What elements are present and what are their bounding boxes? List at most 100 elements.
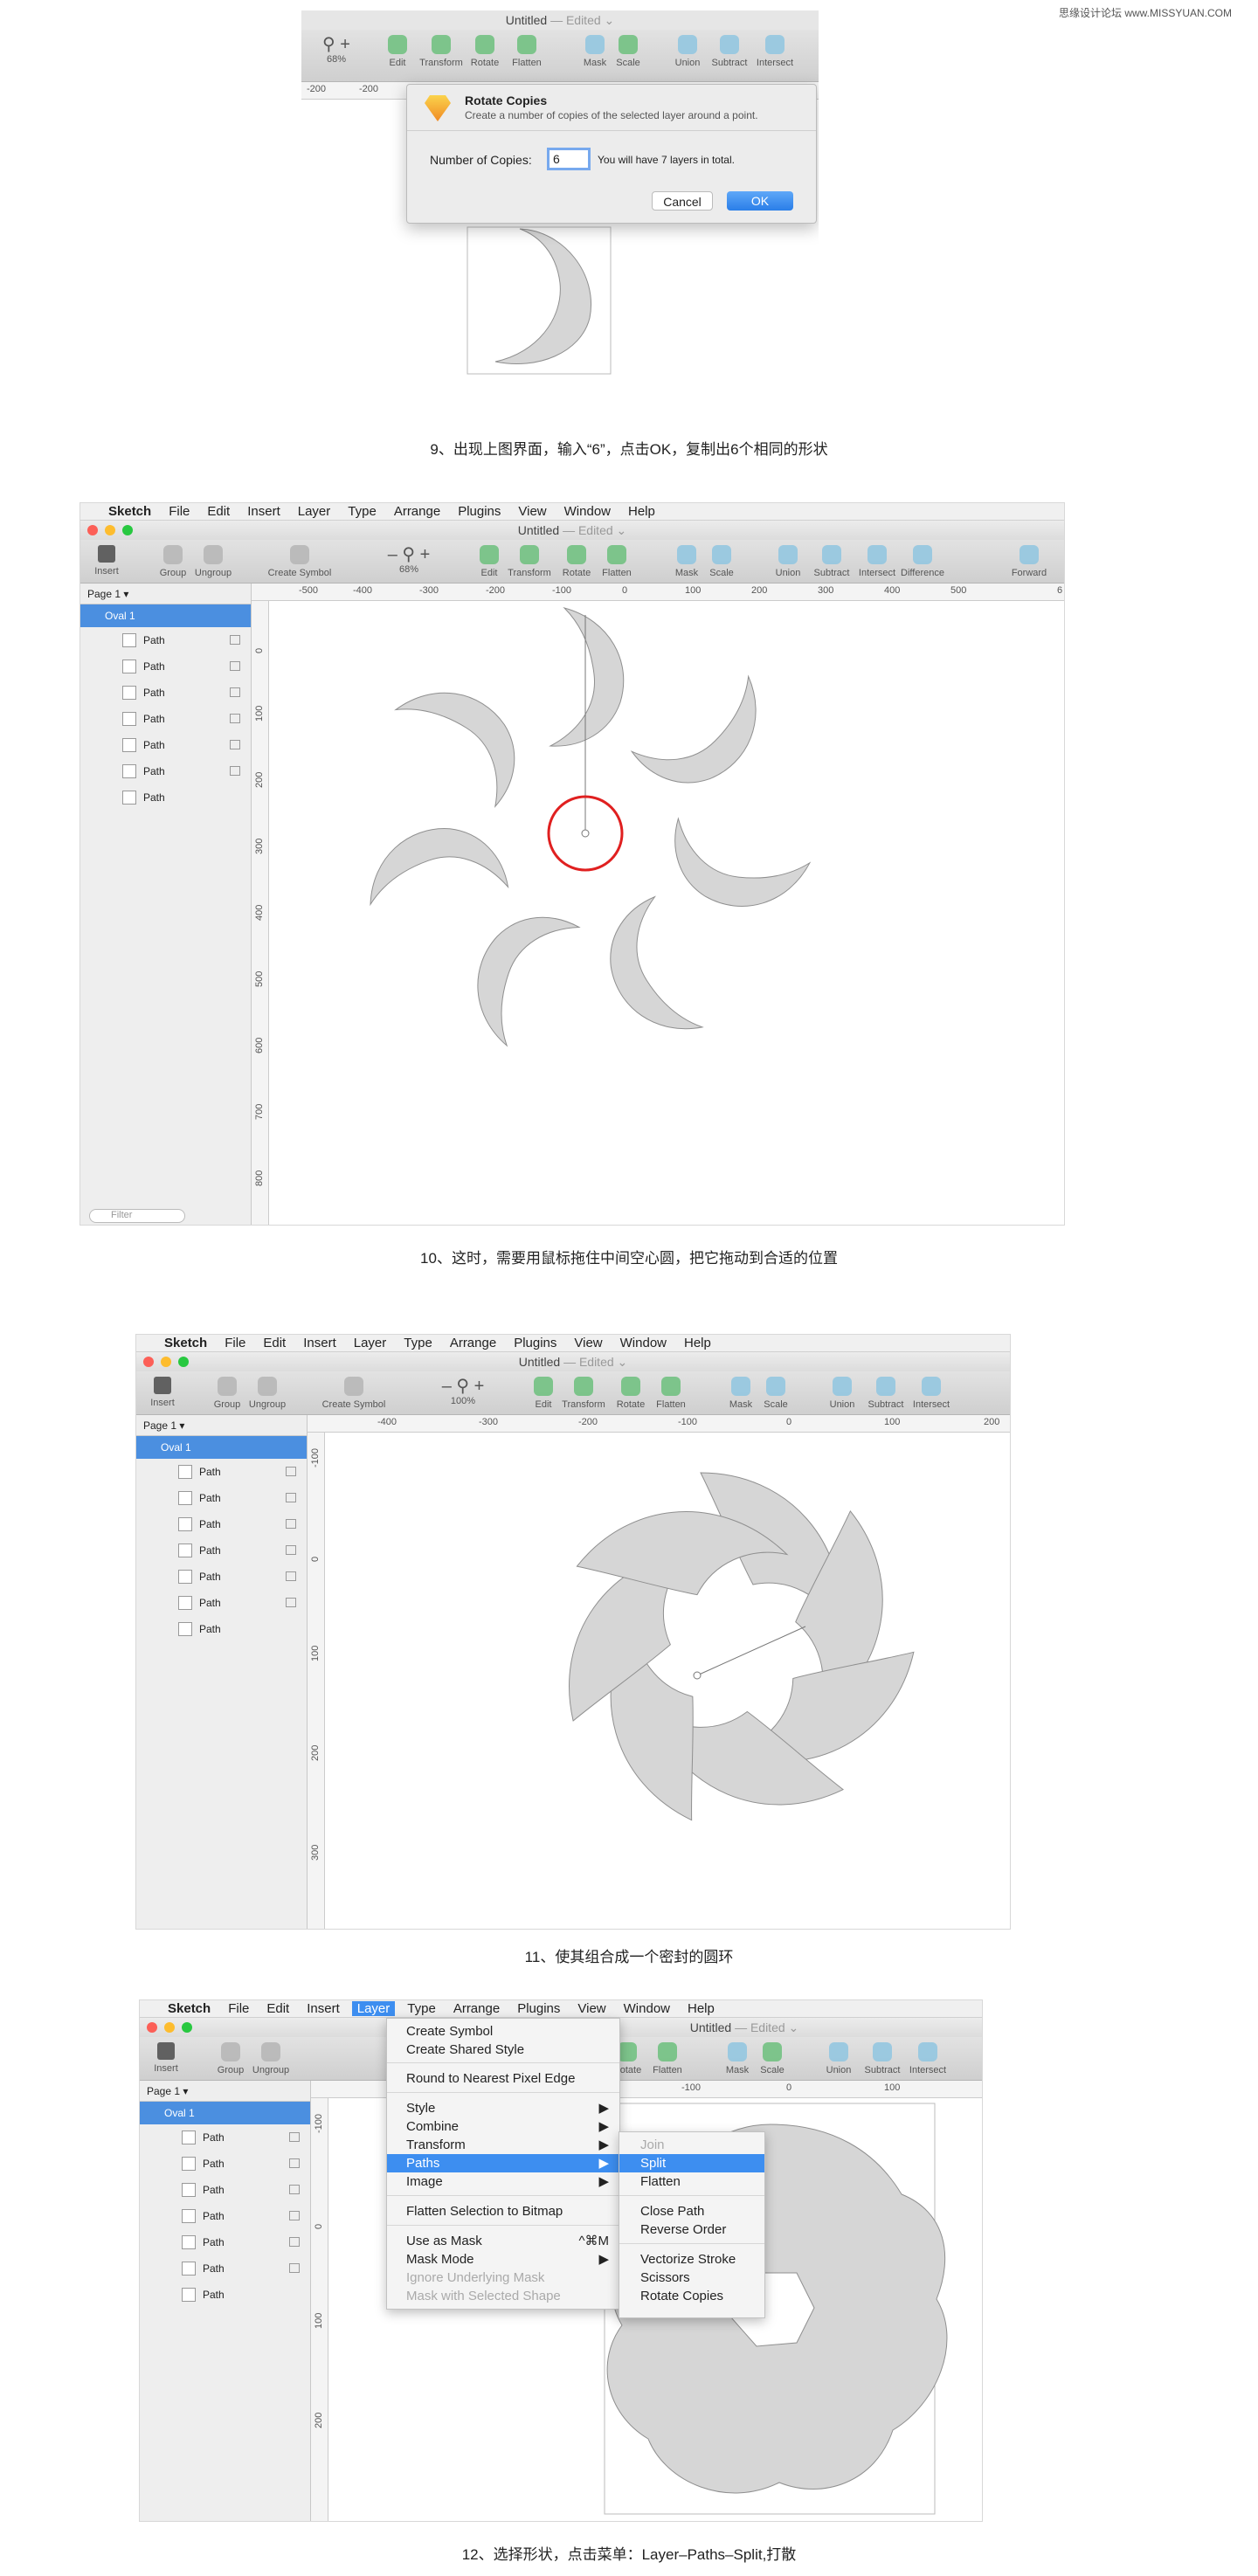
menu-file[interactable]: File bbox=[228, 2001, 249, 2016]
crescent-path[interactable] bbox=[356, 815, 509, 919]
menu-plugins[interactable]: Plugins bbox=[458, 504, 501, 519]
menu-file[interactable]: File bbox=[225, 1336, 245, 1350]
transform-button[interactable]: Transform bbox=[557, 1371, 610, 1410]
intersect-button[interactable]: Intersect bbox=[749, 30, 801, 68]
submenu-item-close-path[interactable]: Close Path bbox=[619, 2202, 764, 2220]
layer-path[interactable]: Path bbox=[136, 1616, 307, 1642]
flatten-button[interactable]: Flatten bbox=[641, 2037, 694, 2075]
menu-item-mask-mode[interactable]: Mask Mode ▶ bbox=[387, 2250, 619, 2269]
layer-path[interactable]: Path bbox=[140, 2255, 310, 2282]
canvas[interactable] bbox=[325, 1433, 1010, 1929]
menu-arrange[interactable]: Arrange bbox=[450, 1336, 496, 1350]
zoom-control[interactable]: – ⚲ +68% bbox=[374, 540, 444, 575]
close-icon[interactable] bbox=[87, 525, 98, 535]
layer-group-oval-1[interactable]: Oval 1 bbox=[136, 1436, 307, 1459]
zoom-control[interactable]: ⚲ +68% bbox=[301, 30, 371, 65]
menu-arrange[interactable]: Arrange bbox=[394, 504, 440, 519]
insert-button[interactable]: Insert bbox=[140, 2037, 192, 2074]
menu-item-paths[interactable]: Paths ▶ bbox=[387, 2154, 619, 2172]
menu-insert[interactable]: Insert bbox=[307, 2001, 340, 2016]
menu-help[interactable]: Help bbox=[688, 2001, 715, 2016]
page-selector[interactable]: Page 1 ▾ bbox=[140, 2081, 310, 2102]
menu-help[interactable]: Help bbox=[684, 1336, 711, 1350]
app-menu[interactable]: Sketch bbox=[168, 2001, 211, 2016]
menu-edit[interactable]: Edit bbox=[263, 1336, 286, 1350]
scale-button[interactable]: Scale bbox=[750, 1371, 802, 1410]
zoom-control[interactable]: – ⚲ +100% bbox=[428, 1371, 498, 1406]
minimize-icon[interactable] bbox=[161, 1357, 171, 1367]
menu-item-image[interactable]: Image ▶ bbox=[387, 2172, 619, 2191]
crescent-path[interactable] bbox=[453, 894, 580, 1053]
menu-item-transform[interactable]: Transform ▶ bbox=[387, 2136, 619, 2154]
crescent-path[interactable] bbox=[386, 662, 542, 807]
submenu-item-reverse-order[interactable]: Reverse Order bbox=[619, 2220, 764, 2239]
menu-window[interactable]: Window bbox=[624, 2001, 670, 2016]
scale-button[interactable]: Scale bbox=[695, 540, 748, 578]
layer-path[interactable]: Path bbox=[136, 1511, 307, 1537]
crescent-path[interactable] bbox=[661, 818, 813, 922]
insert-button[interactable]: Insert bbox=[80, 540, 133, 577]
insert-button[interactable]: Insert bbox=[136, 1371, 189, 1408]
submenu-item-scissors[interactable]: Scissors bbox=[619, 2269, 764, 2287]
canvas[interactable] bbox=[269, 601, 1064, 1225]
crescent-path[interactable] bbox=[550, 607, 625, 747]
layer-group-oval-1[interactable]: Oval 1 bbox=[80, 604, 251, 627]
submenu-item-rotate-copies[interactable]: Rotate Copies bbox=[619, 2287, 764, 2305]
crescent-path[interactable] bbox=[631, 665, 786, 810]
minimize-icon[interactable] bbox=[164, 2022, 175, 2033]
intersect-button[interactable]: Intersect bbox=[851, 540, 903, 578]
page-selector[interactable]: Page 1 ▾ bbox=[136, 1415, 307, 1436]
menu-item-combine[interactable]: Combine ▶ bbox=[387, 2117, 619, 2136]
menu-layer[interactable]: Layer bbox=[351, 2001, 396, 2016]
close-icon[interactable] bbox=[143, 1357, 154, 1367]
cancel-button[interactable]: Cancel bbox=[652, 191, 713, 211]
layer-path[interactable]: Path bbox=[136, 1590, 307, 1616]
intersect-button[interactable]: Intersect bbox=[905, 1371, 957, 1410]
menu-type[interactable]: Type bbox=[404, 1336, 432, 1350]
layer-path[interactable]: Path bbox=[136, 1537, 307, 1564]
menu-view[interactable]: View bbox=[574, 1336, 602, 1350]
menu-window[interactable]: Window bbox=[564, 504, 611, 519]
layer-path[interactable]: Path bbox=[80, 784, 251, 811]
minimize-icon[interactable] bbox=[105, 525, 115, 535]
layer-path[interactable]: Path bbox=[136, 1485, 307, 1511]
layer-path[interactable]: Path bbox=[136, 1459, 307, 1485]
layer-path[interactable]: Path bbox=[140, 2282, 310, 2308]
menu-item-style[interactable]: Style ▶ bbox=[387, 2099, 619, 2117]
submenu-item-flatten[interactable]: Flatten bbox=[619, 2172, 764, 2191]
scale-button[interactable]: Scale bbox=[602, 30, 654, 68]
layer-path[interactable]: Path bbox=[140, 2203, 310, 2229]
menu-insert[interactable]: Insert bbox=[303, 1336, 336, 1350]
menu-plugins[interactable]: Plugins bbox=[517, 2001, 560, 2016]
layer-path[interactable]: Path bbox=[140, 2177, 310, 2203]
subtract-button[interactable]: Subtract bbox=[856, 2037, 909, 2075]
menu-view[interactable]: View bbox=[577, 2001, 605, 2016]
flatten-button[interactable]: Flatten bbox=[501, 30, 553, 68]
zoom-window-icon[interactable] bbox=[178, 1357, 189, 1367]
menu-item-flatten-bitmap[interactable]: Flatten Selection to Bitmap bbox=[387, 2202, 619, 2220]
menu-item-use-as-mask[interactable]: Use as Mask ^⌘M bbox=[387, 2232, 619, 2250]
rotation-center-handle[interactable] bbox=[693, 1671, 702, 1680]
menu-type[interactable]: Type bbox=[348, 504, 377, 519]
close-icon[interactable] bbox=[147, 2022, 157, 2033]
menu-arrange[interactable]: Arrange bbox=[453, 2001, 500, 2016]
scale-button[interactable]: Scale bbox=[746, 2037, 798, 2075]
intersect-button[interactable]: Intersect bbox=[902, 2037, 954, 2075]
submenu-item-vectorize-stroke[interactable]: Vectorize Stroke bbox=[619, 2250, 764, 2269]
crescent-path[interactable] bbox=[588, 895, 715, 1053]
rotation-center-handle[interactable] bbox=[581, 829, 590, 838]
menu-layer[interactable]: Layer bbox=[354, 1336, 387, 1350]
menu-file[interactable]: File bbox=[169, 504, 190, 519]
subtract-button[interactable]: Subtract bbox=[860, 1371, 912, 1410]
app-menu[interactable]: Sketch bbox=[164, 1336, 207, 1350]
layer-path[interactable]: Path bbox=[136, 1564, 307, 1590]
layer-path[interactable]: Path bbox=[80, 627, 251, 653]
app-menu[interactable]: Sketch bbox=[108, 504, 151, 519]
create-symbol-button[interactable]: Create Symbol bbox=[314, 1371, 393, 1410]
menu-edit[interactable]: Edit bbox=[207, 504, 230, 519]
layer-path[interactable]: Path bbox=[80, 653, 251, 680]
menu-insert[interactable]: Insert bbox=[247, 504, 280, 519]
submenu-item-split[interactable]: Split bbox=[619, 2154, 764, 2172]
subtract-button[interactable]: Subtract bbox=[805, 540, 858, 578]
ungroup-button[interactable]: Ungroup bbox=[241, 1371, 294, 1410]
